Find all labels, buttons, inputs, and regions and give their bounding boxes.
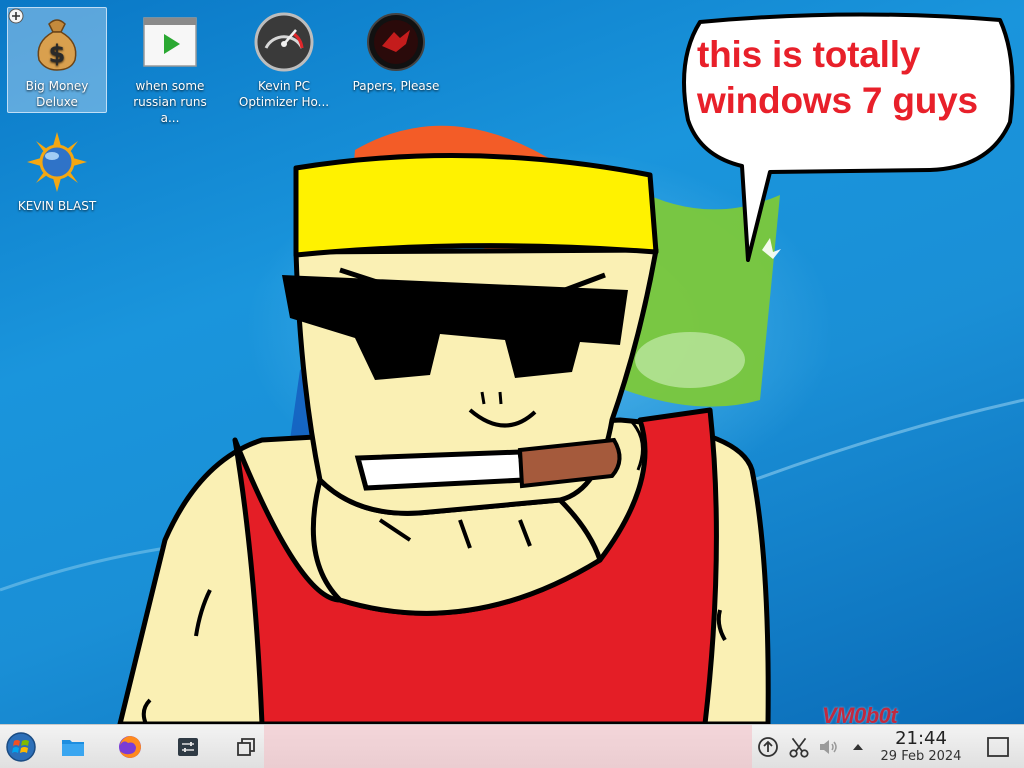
character-headband (293, 153, 659, 258)
updates-icon[interactable] (756, 735, 780, 759)
clock-time: 21:44 (895, 728, 947, 749)
system-settings-icon[interactable] (172, 731, 204, 763)
file-manager-icon[interactable] (57, 731, 89, 763)
desktop-icon-papers-please[interactable]: Papers, Please (346, 7, 446, 113)
speech-bubble-text: this is totally windows 7 guys (697, 32, 997, 124)
desktop-icon-label: when some russian runs a... (133, 79, 207, 125)
speedometer-icon (254, 12, 314, 72)
svg-text:$: $ (49, 40, 66, 68)
papers-please-icon (367, 13, 425, 71)
clipboard-scissors-icon[interactable] (786, 734, 812, 760)
character-mouth (354, 449, 527, 491)
desktop-icon-video[interactable]: when some russian runs a... (120, 7, 220, 125)
volume-icon[interactable] (816, 735, 840, 759)
video-player-icon (143, 17, 197, 67)
desktop-icon-kevin-pc-optimizer[interactable]: Kevin PC Optimizer Ho... (234, 7, 334, 113)
desktop-icon-label: KEVIN BLAST (17, 199, 97, 213)
desktop-icon-label: Kevin PC Optimizer Ho... (238, 79, 330, 109)
start-menu-icon[interactable] (5, 731, 37, 763)
taskbar: 21:44 29 Feb 2024 (0, 724, 1024, 768)
money-bag-icon: $ (37, 19, 77, 71)
task-manager-area[interactable] (264, 725, 752, 768)
add-icon[interactable] (8, 8, 24, 24)
desktop[interactable]: this is totally windows 7 guys $ Big Mon… (0, 0, 1024, 724)
clock-date: 29 Feb 2024 (880, 749, 962, 764)
speech-line-2: windows 7 guys (697, 80, 978, 121)
sun-globe-icon (27, 132, 87, 192)
desktop-icon-big-money-deluxe[interactable]: $ Big Money Deluxe (7, 7, 107, 113)
window-switcher-icon[interactable] (230, 731, 262, 763)
desktop-icon-kevin-blast[interactable]: KEVIN BLAST (7, 127, 107, 233)
watermark: VM0b0t (822, 703, 898, 724)
clock[interactable]: 21:44 29 Feb 2024 (866, 729, 976, 765)
firefox-icon[interactable] (114, 731, 146, 763)
desktop-icon-label: Papers, Please (352, 79, 440, 93)
show-desktop-icon[interactable] (984, 733, 1012, 761)
speech-line-1: this is totally (697, 34, 921, 75)
tray-expand-icon[interactable] (848, 737, 868, 757)
wallpaper-glow (635, 332, 745, 388)
desktop-icon-label: Big Money Deluxe (25, 79, 89, 109)
